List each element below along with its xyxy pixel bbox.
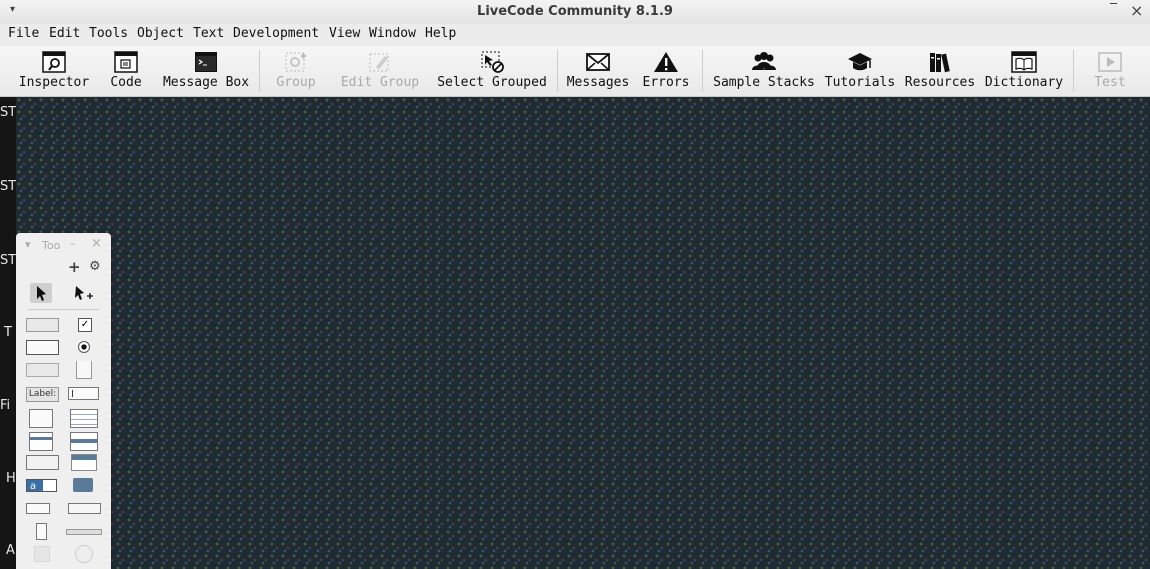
- gear-icon[interactable]: ⚙: [89, 259, 101, 274]
- table-field-tool[interactable]: [70, 409, 98, 428]
- envelope-icon: [586, 53, 610, 71]
- tab-panel-tool[interactable]: [76, 361, 92, 379]
- select-grouped-label: Select Grouped: [437, 75, 547, 90]
- pointer-move-icon: [75, 286, 93, 300]
- window-title: LiveCode Community 8.1.9: [477, 4, 673, 19]
- errors-label: Errors: [642, 75, 690, 90]
- scrolling-list-tool[interactable]: [29, 432, 53, 451]
- edit-group-button[interactable]: Edit Group: [336, 46, 424, 96]
- strip-label: Fi: [0, 398, 11, 413]
- toolbar-separator: [557, 50, 558, 92]
- resources-label: Resources: [904, 75, 976, 90]
- book-icon: [1011, 51, 1037, 73]
- palette-title: Too: [42, 239, 61, 252]
- dictionary-label: Dictionary: [984, 75, 1064, 90]
- code-button[interactable]: Code: [104, 46, 148, 96]
- test-button[interactable]: Test: [1086, 46, 1134, 96]
- tutorials-label: Tutorials: [824, 75, 896, 90]
- button-tool[interactable]: [26, 318, 59, 332]
- add-icon[interactable]: +: [68, 258, 81, 276]
- default-button-tool[interactable]: [26, 340, 59, 355]
- messages-label: Messages: [566, 75, 630, 90]
- message-box-label: Message Box: [162, 75, 250, 90]
- errors-button[interactable]: Errors: [640, 46, 692, 96]
- sample-stacks-button[interactable]: Sample Stacks: [710, 46, 818, 96]
- background-window-strip: STO STO STO T Fi H A: [0, 97, 26, 569]
- menu-view[interactable]: View: [329, 26, 360, 41]
- select-grouped-icon: [481, 51, 504, 73]
- select-grouped-button[interactable]: Select Grouped: [432, 46, 552, 96]
- graduation-cap-icon: [848, 53, 872, 71]
- checkbox-tool[interactable]: ✓: [78, 318, 92, 332]
- tools-palette: ▾ Too – × + ⚙ ✓ Label: I a: [16, 233, 111, 569]
- title-bar: ▾ LiveCode Community 8.1.9 ‾ ×: [0, 0, 1150, 25]
- close-button[interactable]: ×: [1130, 1, 1143, 20]
- palette-close-button[interactable]: ×: [91, 236, 102, 251]
- minimize-button[interactable]: ‾: [1110, 2, 1117, 18]
- sample-stacks-label: Sample Stacks: [713, 75, 815, 90]
- toolbar-separator: [702, 50, 703, 92]
- combo-box-tool[interactable]: a: [26, 479, 57, 492]
- popup-menu-tool[interactable]: [73, 478, 93, 492]
- strip-label: T: [4, 325, 12, 340]
- image-tool[interactable]: [34, 546, 50, 562]
- dictionary-button[interactable]: Dictionary: [982, 46, 1066, 96]
- menu-edit[interactable]: Edit: [49, 26, 80, 41]
- toolbar: Inspector Code Message Box Group Edit Gr…: [0, 46, 1150, 97]
- option-menu-tool[interactable]: [26, 455, 59, 470]
- inspector-button[interactable]: Inspector: [16, 46, 92, 96]
- menu-help[interactable]: Help: [425, 26, 456, 41]
- test-label: Test: [1094, 75, 1126, 90]
- group-label: Group: [276, 75, 316, 90]
- slider-tool[interactable]: [66, 529, 102, 535]
- arrow-cursor-icon: [37, 286, 46, 301]
- toolbar-separator: [259, 50, 260, 92]
- scrolling-field-tool[interactable]: [29, 409, 53, 428]
- palette-minimize-button[interactable]: –: [70, 237, 76, 250]
- code-label: Code: [110, 75, 142, 90]
- rectangle-button-tool[interactable]: [26, 363, 59, 377]
- pulldown-menu-tool[interactable]: [71, 454, 97, 471]
- player-tool[interactable]: [75, 545, 93, 563]
- menu-bar: File Edit Tools Object Text Development …: [0, 24, 1150, 46]
- pointer-tool[interactable]: [73, 283, 95, 303]
- menu-file[interactable]: File: [8, 26, 39, 41]
- inspector-icon: [42, 51, 66, 73]
- play-icon: [1098, 52, 1122, 72]
- message-box-button[interactable]: Message Box: [160, 46, 252, 96]
- radio-button-tool[interactable]: [78, 341, 90, 353]
- group-icon: [285, 52, 306, 72]
- strip-label: A: [6, 543, 15, 558]
- text-entry-field-tool[interactable]: I: [68, 387, 99, 400]
- code-icon: [114, 51, 138, 73]
- menu-development[interactable]: Development: [233, 26, 319, 41]
- menu-window[interactable]: Window: [369, 26, 416, 41]
- group-button[interactable]: Group: [270, 46, 322, 96]
- inspector-label: Inspector: [18, 75, 90, 90]
- palette-divider: [28, 309, 99, 310]
- message-box-icon: [195, 52, 217, 72]
- menu-object[interactable]: Object: [137, 26, 184, 41]
- books-icon: [930, 53, 950, 73]
- tutorials-button[interactable]: Tutorials: [822, 46, 898, 96]
- label-field-tool[interactable]: Label:: [26, 387, 59, 402]
- browse-tool[interactable]: [30, 283, 52, 303]
- scrollbar-tool[interactable]: [68, 503, 101, 514]
- edit-group-label: Edit Group: [340, 75, 420, 90]
- little-arrows-tool[interactable]: [36, 523, 47, 540]
- palette-title-bar[interactable]: ▾ Too – ×: [16, 233, 111, 255]
- people-icon: [752, 52, 776, 70]
- strip-label: H: [6, 471, 16, 486]
- progress-bar-tool[interactable]: [26, 503, 50, 514]
- data-grid-tool[interactable]: [70, 432, 98, 451]
- resources-button[interactable]: Resources: [902, 46, 978, 96]
- warning-icon: [654, 52, 678, 72]
- toolbar-separator: [1073, 50, 1074, 92]
- stack-canvas[interactable]: [16, 97, 1150, 569]
- menu-tools[interactable]: Tools: [89, 26, 128, 41]
- palette-collapse-button[interactable]: ▾: [25, 238, 31, 251]
- messages-button[interactable]: Messages: [564, 46, 632, 96]
- edit-group-icon: [369, 53, 389, 72]
- menu-text[interactable]: Text: [193, 26, 224, 41]
